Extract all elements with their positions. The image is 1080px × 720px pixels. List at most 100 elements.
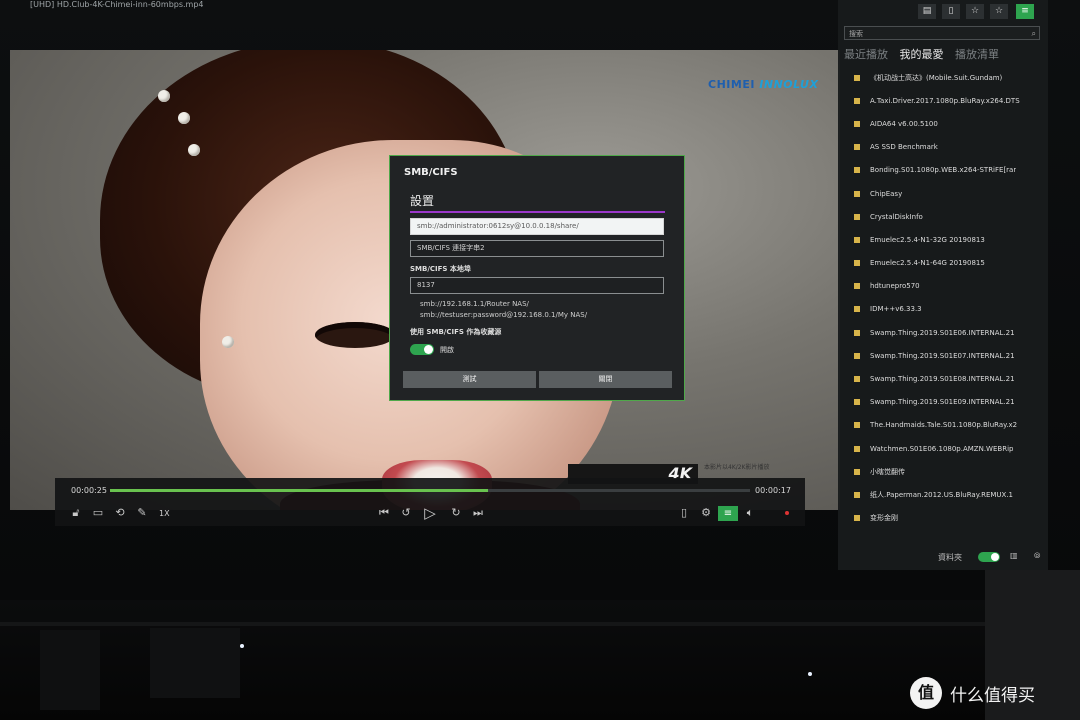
pen-icon[interactable]: ✎ <box>135 506 149 520</box>
playlist-item[interactable]: 变形金刚 <box>844 507 1042 530</box>
loop-icon[interactable]: ⟲ <box>113 506 127 520</box>
player-control-bar: 00:00:25 00:00:17 🔓︎ ▭ ⟲ ✎ 1X ⏮︎ ↺ ▷ ↻ ⏭… <box>55 478 805 526</box>
playlist-item[interactable]: AIDA64 v6.00.5100 <box>844 112 1042 135</box>
watermark-brand-sub: INNOLUX <box>759 78 819 91</box>
device-light <box>240 644 244 648</box>
folder-icon <box>854 260 860 267</box>
smb-url-field[interactable]: smb://administrator:0612sy@10.0.0.18/sha… <box>410 218 664 235</box>
search-icon[interactable]: ⌕ <box>1032 27 1036 41</box>
playlist-item[interactable]: CrystalDiskInfo <box>844 205 1042 228</box>
progress-bar[interactable] <box>110 489 750 492</box>
prev-icon[interactable]: ⏮︎ <box>377 506 391 520</box>
playlist-item[interactable]: hdtunepro570 <box>844 275 1042 298</box>
time-elapsed: 00:00:25 <box>71 486 107 495</box>
playlist-item-label: Swamp.Thing.2019.S01E06.INTERNAL.21 <box>870 328 1015 337</box>
close-button[interactable]: 關閉 <box>539 371 672 388</box>
playlist-item[interactable]: 小瞎觉翻传 <box>844 460 1042 483</box>
folder-icon <box>854 352 860 359</box>
list-icon[interactable]: ≡ <box>1016 4 1034 19</box>
example-path-1: smb://192.168.1.1/Router NAS/ <box>420 300 529 308</box>
folder-icon <box>854 468 860 475</box>
playlist-item[interactable]: Emuelec2.5.4-N1-64G 20190815 <box>844 252 1042 275</box>
star-icon[interactable]: ☆ <box>966 4 984 19</box>
playlist-item[interactable]: AS SSD Benchmark <box>844 136 1042 159</box>
playlist-item[interactable]: ChipEasy <box>844 182 1042 205</box>
forward-30-icon[interactable]: ↻ <box>449 506 463 520</box>
video-pearl <box>188 144 200 156</box>
playlist-item[interactable]: Swamp.Thing.2019.S01E08.INTERNAL.21 <box>844 367 1042 390</box>
folder-icon <box>854 74 860 81</box>
next-icon[interactable]: ⏭︎ <box>471 506 485 520</box>
folder-icon <box>854 422 860 429</box>
playlist-item-label: Swamp.Thing.2019.S01E07.INTERNAL.21 <box>870 351 1015 360</box>
folder-icon <box>854 167 860 174</box>
folder-icon <box>854 236 860 243</box>
tab-favorites[interactable]: 我的最愛 <box>900 46 944 62</box>
watermark-brand: CHIMEI <box>708 78 760 91</box>
volume-level-dot[interactable] <box>785 511 789 515</box>
playlist-search-input[interactable]: 搜索 ⌕ <box>844 26 1040 40</box>
device-icon[interactable]: ▯ <box>942 4 960 19</box>
video-pearl <box>222 336 234 348</box>
tab-playlist[interactable]: 播放清單 <box>955 46 999 62</box>
playlist-item[interactable]: 《机动战士高达》(Mobile.Suit.Gundam) <box>844 66 1042 89</box>
playlist-item[interactable]: Bonding.S01.1080p.WEB.x264-STRiFE[rar <box>844 159 1042 182</box>
playlist-item[interactable]: 纸人.Paperman.2012.US.BluRay.REMUX.1 <box>844 483 1042 506</box>
smb-name-field[interactable]: SMB/CIFS 連接字串2 <box>410 240 664 257</box>
folder-icon <box>854 329 860 336</box>
brand-text: 什么值得买 <box>950 685 1035 706</box>
star-outline-icon[interactable]: ☆ <box>990 4 1008 19</box>
folder-icon <box>854 376 860 383</box>
local-port-field[interactable]: 8137 <box>410 277 664 294</box>
playlist-item[interactable]: The.Handmaids.Tale.S01.1080p.BluRay.x2 <box>844 414 1042 437</box>
playlist-item-label: The.Handmaids.Tale.S01.1080p.BluRay.x2 <box>870 421 1018 430</box>
folder-icon <box>854 97 860 104</box>
playlist-item[interactable]: IDM++v6.33.3 <box>844 298 1042 321</box>
playlist-icon[interactable]: ≡ <box>718 506 738 521</box>
playlist-items: 《机动战士高达》(Mobile.Suit.Gundam) A.Taxi.Drive… <box>844 66 1042 530</box>
playlist-item[interactable]: Swamp.Thing.2019.S01E07.INTERNAL.21 <box>844 344 1042 367</box>
folder-icon <box>854 445 860 452</box>
playlist-tabs: 最近播放 我的最愛 播放清單 <box>844 46 1044 62</box>
folder-icon <box>854 491 860 498</box>
playlist-item-label: Swamp.Thing.2019.S01E09.INTERNAL.21 <box>870 398 1015 407</box>
video-watermark: CHIMEI INNOLUX <box>708 78 818 91</box>
lock-icon[interactable]: 🔓︎ <box>69 506 83 520</box>
favorite-source-toggle[interactable] <box>410 344 434 355</box>
playlist-item[interactable]: Emuelec2.5.4-N1-32G 20190813 <box>844 228 1042 251</box>
playlist-item-label: Emuelec2.5.4-N1-32G 20190813 <box>870 235 985 244</box>
folder-toggle[interactable] <box>978 552 1000 562</box>
playlist-item[interactable]: A.Taxi.Driver.2017.1080p.BluRay.x264.DTS <box>844 89 1042 112</box>
playlist-item-label: ChipEasy <box>870 189 903 198</box>
playlist-item-label: Emuelec2.5.4-N1-64G 20190815 <box>870 259 985 268</box>
playlist-item[interactable]: Swamp.Thing.2019.S01E06.INTERNAL.21 <box>844 321 1042 344</box>
playlist-item-label: A.Taxi.Driver.2017.1080p.BluRay.x264.DTS <box>870 96 1020 105</box>
folder-icon <box>854 120 860 127</box>
playlist-item-label: Bonding.S01.1080p.WEB.x264-STRiFE[rar <box>870 166 1017 175</box>
folder-icon <box>854 399 860 406</box>
folder-icon <box>854 190 860 197</box>
library-icon[interactable]: ▥ <box>1010 551 1018 560</box>
playlist-item[interactable]: Watchmen.S01E06.1080p.AMZN.WEBRip <box>844 437 1042 460</box>
shelf-edge <box>0 622 1080 626</box>
wireless-icon[interactable]: ⦾ <box>1034 551 1040 561</box>
search-placeholder: 搜索 <box>849 30 863 38</box>
room-shadow <box>40 630 100 710</box>
video-eye <box>315 322 395 348</box>
folder-icon <box>854 213 860 220</box>
settings-icon[interactable]: ⚙︎ <box>699 506 713 520</box>
test-button[interactable]: 測試 <box>403 371 536 388</box>
file-icon[interactable]: ▤ <box>918 4 936 19</box>
folder-icon <box>854 283 860 290</box>
time-remaining: 00:00:17 <box>755 486 791 495</box>
volume-icon[interactable]: 🔈︎ <box>743 506 757 520</box>
playlist-item[interactable]: Swamp.Thing.2019.S01E09.INTERNAL.21 <box>844 391 1042 414</box>
rewind-10-icon[interactable]: ↺ <box>399 506 413 520</box>
site-brand: 值 什么值得买 <box>910 676 1035 710</box>
file-icon[interactable]: ▯ <box>677 506 691 520</box>
playback-speed[interactable]: 1X <box>159 509 170 518</box>
tab-recent[interactable]: 最近播放 <box>844 46 888 62</box>
play-icon[interactable]: ▷ <box>423 506 437 521</box>
subtitle-icon[interactable]: ▭ <box>91 506 105 520</box>
dialog-accent-line <box>410 211 665 213</box>
